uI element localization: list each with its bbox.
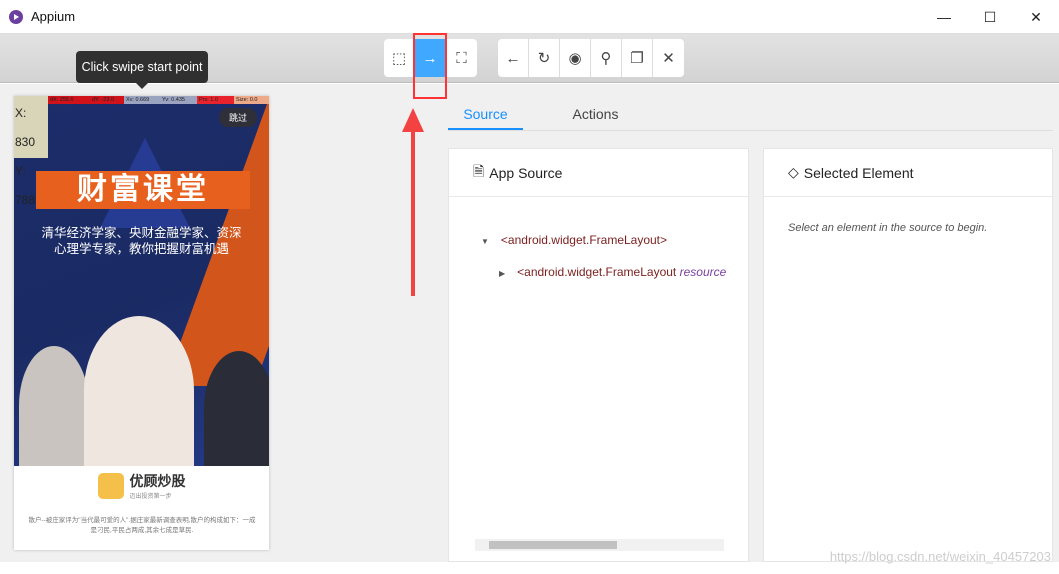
tree-node[interactable]: ▼ <android.widget.FrameLayout>	[481, 233, 667, 247]
quit-session-button[interactable]: ✕	[653, 39, 684, 77]
skip-button[interactable]: 跳过	[218, 108, 257, 127]
debug-prs: Prs: 1.0	[197, 96, 234, 104]
node-tag: <android.widget.FrameLayout>	[500, 233, 668, 247]
y-coordinate: Y: 788	[15, 164, 36, 207]
select-element-button[interactable]: ⬚	[384, 39, 415, 77]
show-source-button[interactable]: ◉	[560, 39, 591, 77]
debug-yv: Yv: 0.435	[160, 96, 197, 104]
brand-name: 优顾炒股	[129, 473, 186, 489]
debug-dx: dX: 255.6	[48, 96, 90, 104]
caret-right-icon[interactable]: ▶	[499, 269, 505, 278]
minimize-button[interactable]: —	[921, 0, 967, 34]
presenters-photo	[14, 316, 269, 466]
tab-source[interactable]: Source	[448, 96, 523, 130]
tree-node[interactable]: ▶ <android.widget.FrameLayout resource	[499, 265, 726, 279]
panel-title: Selected Element	[803, 164, 914, 181]
watermark: https://blog.csdn.net/weixin_40457203	[829, 549, 1051, 564]
pointer-debug-bar: dX: 255.6 dY: -23.0 Xv: 0.669 Yv: 0.435 …	[14, 96, 269, 104]
node-tag: <android.widget.FrameLayout	[517, 265, 677, 279]
banner-title: 财富课堂	[36, 171, 250, 209]
file-icon: 🗎	[473, 162, 485, 179]
tooltip: Click swipe start point	[76, 51, 208, 89]
coordinates-readout: X: 830 Y: 788	[14, 96, 48, 207]
window-title: Appium	[31, 9, 76, 24]
debug-size: Size: 0.0	[234, 96, 269, 104]
device-screenshot[interactable]: dX: 255.6 dY: -23.0 Xv: 0.669 Yv: 0.435 …	[14, 96, 269, 550]
scrollbar-thumb[interactable]	[489, 541, 617, 549]
inspector-tabs: Source Actions	[448, 96, 1053, 131]
copy-button[interactable]: ❐	[622, 39, 653, 77]
back-button[interactable]: ←	[498, 39, 529, 77]
caret-down-icon[interactable]: ▼	[481, 237, 489, 246]
selected-element-panel: ◇ Selected Element Select an element in t…	[763, 148, 1053, 562]
maximize-button[interactable]: ☐	[967, 0, 1013, 34]
brand-logo-icon	[97, 472, 124, 499]
tap-coordinates-button[interactable]: ⛶	[446, 39, 477, 77]
debug-dy: dY: -23.0	[90, 96, 124, 104]
ad-image[interactable]: dX: 255.6 dY: -23.0 Xv: 0.669 Yv: 0.435 …	[14, 96, 269, 466]
banner-subtitle: 心理学专家，教你把握财富机遇	[53, 242, 229, 256]
empty-hint: Select an element in the source to begin…	[788, 222, 988, 234]
annotation-box	[413, 33, 447, 99]
tab-actions[interactable]: Actions	[558, 96, 633, 130]
node-attr: resource	[679, 265, 727, 279]
horizontal-scrollbar[interactable]	[475, 539, 724, 551]
tag-icon: ◇	[788, 164, 799, 180]
close-button[interactable]: ✕	[1013, 0, 1059, 34]
description-text: 散户--被庄家评为"当代最可爱的人".据庄家最新调查表明,散户的构成如下：一成是…	[28, 517, 256, 534]
title-bar: Appium — ☐ ✕	[0, 0, 1059, 34]
panel-title: App Source	[489, 164, 563, 181]
search-button[interactable]: ⚲	[591, 39, 622, 77]
debug-xv: Xv: 0.669	[124, 96, 160, 104]
brand-tagline: 迈出投资第一步	[129, 494, 172, 500]
action-button-group: ← ↻ ◉ ⚲ ❐ ✕	[498, 39, 684, 77]
annotation-arrow	[411, 128, 415, 296]
refresh-button[interactable]: ↻	[529, 39, 560, 77]
app-source-panel: 🗎 App Source ▼ <android.widget.FrameLayout…	[448, 148, 749, 562]
x-coordinate: X: 830	[15, 106, 36, 149]
appium-logo-icon	[9, 9, 23, 24]
brand: 优顾炒股 迈出投资第一步	[14, 471, 269, 500]
